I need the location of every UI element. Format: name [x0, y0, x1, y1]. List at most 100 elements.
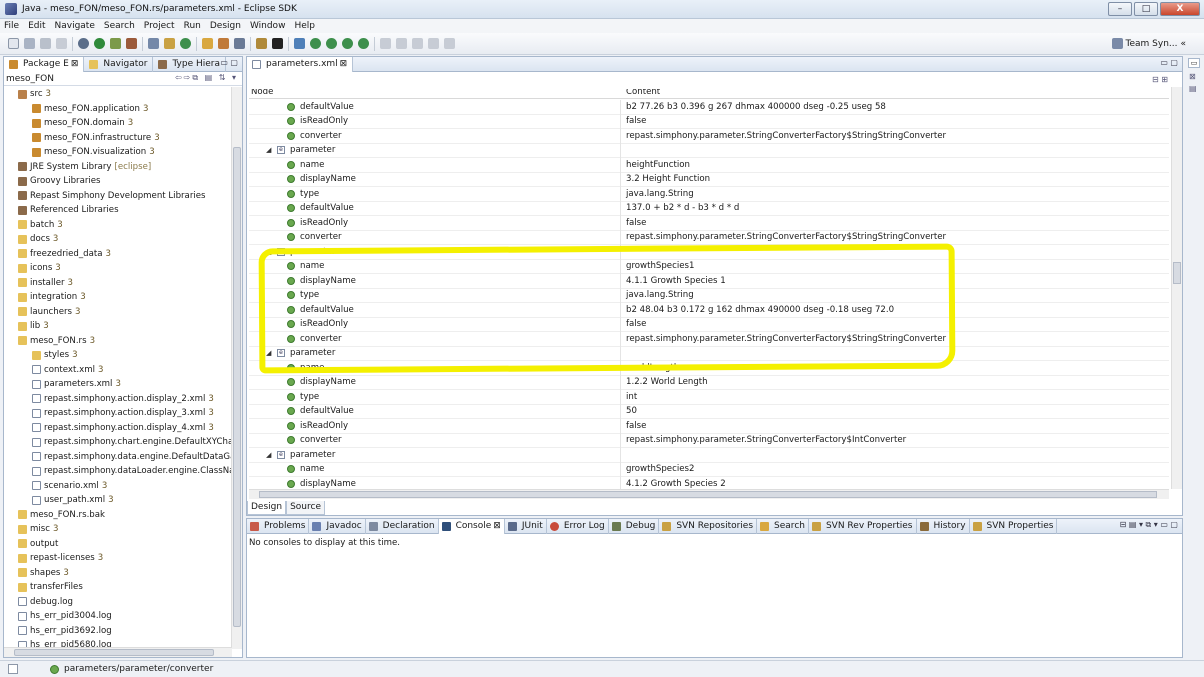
grid-content-cell[interactable]: java.lang.String	[626, 189, 694, 199]
annotation-icon[interactable]	[256, 38, 267, 49]
editor-horizontal-scrollbar[interactable]	[249, 489, 1169, 499]
last-edit-icon[interactable]	[412, 38, 423, 49]
tree-item[interactable]: scenario.xml 3	[4, 479, 232, 494]
grid-content-cell[interactable]: growthSpecies2	[626, 464, 694, 474]
menu-window[interactable]: Window	[250, 21, 286, 31]
grid-row[interactable]: type java.lang.String	[249, 288, 1169, 303]
grid-row[interactable]: ◢ e parameter	[249, 346, 1169, 361]
grid-content-cell[interactable]: false	[626, 116, 646, 126]
tree-item[interactable]: hs_err_pid3692.log	[4, 624, 232, 639]
expand-triangle-icon[interactable]: ◢	[266, 451, 274, 459]
grid-row[interactable]: isReadOnly false	[249, 418, 1169, 434]
grid-content-cell[interactable]: false	[626, 421, 646, 431]
svn-icon[interactable]	[294, 38, 305, 49]
tree-item[interactable]: parameters.xml 3	[4, 377, 232, 392]
grid-row[interactable]: converter repast.simphony.parameter.Strin…	[249, 433, 1169, 448]
grid-row[interactable]: ◢ e parameter	[249, 143, 1169, 158]
open-type-icon[interactable]	[202, 38, 213, 49]
groovy-test-icon[interactable]	[342, 38, 353, 49]
tree-item[interactable]: installer 3	[4, 276, 232, 291]
grid-node-cell[interactable]: type	[249, 389, 621, 404]
grid-node-cell[interactable]: displayName	[249, 375, 621, 390]
tab-package-explorer[interactable]: Package E ⊠	[4, 56, 85, 72]
open-task-icon[interactable]	[218, 38, 229, 49]
grid-content-cell[interactable]: heightFunction	[626, 160, 690, 170]
grid-content-cell[interactable]: 50	[626, 406, 637, 416]
tab-svn-properties[interactable]: SVN Properties	[970, 518, 1058, 534]
grid-row[interactable]: converter repast.simphony.parameter.Strin…	[249, 331, 1169, 347]
tree-item[interactable]: freezedried_data 3	[4, 247, 232, 262]
debug-icon[interactable]	[78, 38, 89, 49]
grid-node-cell[interactable]: ◢ e parameter	[249, 244, 621, 259]
tree-item[interactable]: meso_FON.domain 3	[4, 116, 232, 131]
menu-run[interactable]: Run	[184, 21, 201, 31]
grid-node-cell[interactable]: name	[249, 259, 621, 274]
grid-node-cell[interactable]: displayName	[249, 476, 621, 489]
menu-navigate[interactable]: Navigate	[55, 21, 95, 31]
grid-node-cell[interactable]: defaultValue	[249, 404, 621, 419]
minimize-button[interactable]: –	[1108, 2, 1132, 16]
grid-node-cell[interactable]: type	[249, 288, 621, 303]
previous-annotation-icon[interactable]	[396, 38, 407, 49]
grid-node-cell[interactable]: converter	[249, 331, 621, 346]
tab-error-log[interactable]: Error Log	[547, 518, 609, 534]
explorer-vertical-scrollbar[interactable]	[231, 87, 242, 649]
grid-node-cell[interactable]: name	[249, 360, 621, 375]
menu-project[interactable]: Project	[144, 21, 175, 31]
grid-row[interactable]: defaultValue b2 48.04 b3 0.172 g 162 dhma…	[249, 302, 1169, 318]
tab-search[interactable]: Search	[757, 518, 809, 534]
tab-svn-rev-properties[interactable]: SVN Rev Properties	[809, 518, 917, 534]
grid-node-cell[interactable]: defaultValue	[249, 201, 621, 216]
menu-design[interactable]: Design	[210, 21, 241, 31]
grid-content-cell[interactable]: int	[626, 392, 637, 402]
grid-content-cell[interactable]: growthSpecies1	[626, 261, 694, 271]
tree-item[interactable]: Referenced Libraries	[4, 203, 232, 218]
fast-view-icon[interactable]	[8, 664, 18, 674]
next-annotation-icon[interactable]	[380, 38, 391, 49]
tree-item[interactable]: misc 3	[4, 522, 232, 537]
tree-item[interactable]: src 3	[4, 87, 232, 102]
tree-item[interactable]: meso_FON.rs 3	[4, 334, 232, 349]
expand-triangle-icon[interactable]: ◢	[266, 248, 274, 256]
tree-item[interactable]: meso_FON.infrastructure 3	[4, 131, 232, 146]
new-package-icon[interactable]	[164, 38, 175, 49]
tree-item[interactable]: repast-licenses 3	[4, 551, 232, 566]
groovy-script-icon[interactable]	[358, 38, 369, 49]
grid-content-cell[interactable]: 4.1.1 Growth Species 1	[626, 276, 726, 286]
tree-item[interactable]: Repast Simphony Development Libraries	[4, 189, 232, 204]
grid-row[interactable]: name growthSpecies2	[249, 462, 1169, 477]
run-icon[interactable]	[94, 38, 105, 49]
restore-icon[interactable]: ▭	[1188, 58, 1200, 68]
tree-item[interactable]: JRE System Library [eclipse]	[4, 160, 232, 175]
grid-content-cell[interactable]: repast.simphony.parameter.StringConverte…	[626, 334, 946, 344]
expand-triangle-icon[interactable]: ◢	[266, 146, 274, 154]
search-icon[interactable]	[234, 38, 245, 49]
grid-row[interactable]: isReadOnly false	[249, 114, 1169, 129]
tab-problems[interactable]: Problems	[247, 518, 310, 534]
tree-item[interactable]: user_path.xml 3	[4, 493, 232, 508]
tree-item[interactable]: repast.simphony.chart.engine.DefaultXYCh…	[4, 435, 232, 450]
close-tab-icon[interactable]: ⊠	[71, 57, 79, 72]
groovy-class-icon[interactable]	[326, 38, 337, 49]
tree-item[interactable]: debug.log	[4, 595, 232, 610]
collapse-expand-icon[interactable]: ⊟ ⊞	[1152, 75, 1168, 84]
grid-row[interactable]: defaultValue 50	[249, 404, 1169, 419]
menu-edit[interactable]: Edit	[28, 21, 45, 31]
tree-item[interactable]: docs 3	[4, 232, 232, 247]
tree-item[interactable]: output	[4, 537, 232, 552]
tree-item[interactable]: repast.simphony.action.display_4.xml 3	[4, 421, 232, 436]
explorer-horizontal-scrollbar[interactable]	[4, 647, 232, 657]
close-button[interactable]: X	[1160, 2, 1200, 16]
grid-row[interactable]: defaultValue b2 77.26 b3 0.396 g 267 dhma…	[249, 99, 1169, 115]
tree-item[interactable]: repast.simphony.action.display_2.xml 3	[4, 392, 232, 407]
grid-node-cell[interactable]: isReadOnly	[249, 317, 621, 332]
close-tab-icon[interactable]: ⊠	[493, 519, 501, 534]
tab-svn-repositories[interactable]: SVN Repositories	[659, 518, 758, 534]
tab-junit[interactable]: JUnit	[505, 518, 547, 534]
grid-row[interactable]: name heightFunction	[249, 157, 1169, 173]
console-toolbar-icons[interactable]: ⊟ ▤ ▾ ⧉ ▾ ▭ ▢	[1120, 520, 1178, 530]
grid-node-cell[interactable]: isReadOnly	[249, 418, 621, 433]
grid-content-cell[interactable]: repast.simphony.parameter.StringConverte…	[626, 131, 946, 141]
new-java-project-icon[interactable]	[148, 38, 159, 49]
grid-node-cell[interactable]: isReadOnly	[249, 215, 621, 230]
